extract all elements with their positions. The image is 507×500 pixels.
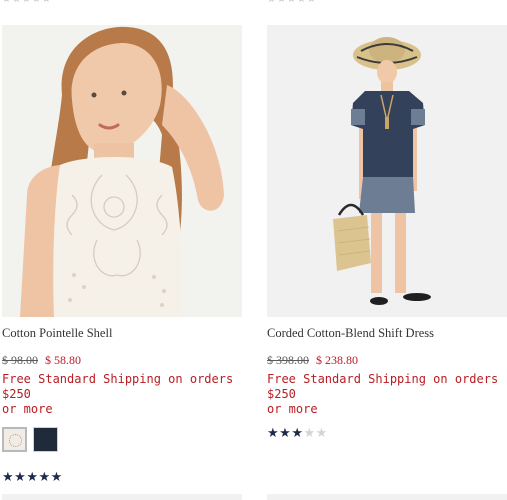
- star-filled-icon: ★: [50, 469, 63, 484]
- product-image-corded-shift-dress[interactable]: [267, 25, 507, 317]
- price-block: $ 398.00 $ 238.80: [267, 352, 507, 368]
- star-rating: ★★★★★: [2, 469, 242, 485]
- star-filled-icon: ★: [279, 425, 292, 440]
- star-empty-icon: ★: [315, 425, 328, 440]
- shipping-promo-line1: Free Standard Shipping on orders $250: [2, 372, 234, 401]
- shipping-promo-line2: or more: [2, 402, 53, 416]
- shipping-promo: Free Standard Shipping on orders $250 or…: [2, 372, 242, 417]
- star-empty-icon: ★: [303, 425, 316, 440]
- sale-price: $ 58.80: [45, 353, 81, 367]
- swatch-ivory[interactable]: [2, 427, 27, 452]
- product-card-corded-shift-dress[interactable]: Corded Cotton-Blend Shift Dress $ 398.00…: [267, 25, 507, 441]
- shipping-promo-line1: Free Standard Shipping on orders $250: [267, 372, 499, 401]
- shipping-promo-line2: or more: [267, 402, 318, 416]
- star-filled-icon: ★: [2, 469, 15, 484]
- shipping-promo: Free Standard Shipping on orders $250 or…: [267, 372, 507, 417]
- star-filled-icon: ★: [14, 469, 27, 484]
- product-card-cotton-pointelle-shell[interactable]: Cotton Pointelle Shell $ 98.00 $ 58.80 F…: [2, 25, 242, 485]
- next-row-product-image-left[interactable]: [2, 494, 242, 500]
- color-swatches: [2, 427, 242, 455]
- product-title[interactable]: Cotton Pointelle Shell: [2, 325, 242, 341]
- price-block: $ 98.00 $ 58.80: [2, 352, 242, 368]
- star-filled-icon: ★: [38, 469, 51, 484]
- swatch-navy[interactable]: [33, 427, 58, 452]
- previous-row-rating-left: ★★★★★: [2, 0, 52, 5]
- original-price: $ 398.00: [267, 353, 309, 367]
- star-filled-icon: ★: [267, 425, 280, 440]
- product-image-cotton-pointelle-shell[interactable]: [2, 25, 242, 317]
- sale-price: $ 238.80: [316, 353, 358, 367]
- next-row-product-image-right[interactable]: [267, 494, 507, 500]
- star-filled-icon: ★: [26, 469, 39, 484]
- star-filled-icon: ★: [291, 425, 304, 440]
- product-title[interactable]: Corded Cotton-Blend Shift Dress: [267, 325, 507, 341]
- star-rating: ★★★★★: [267, 425, 507, 441]
- previous-row-rating-right: ★★★★★: [267, 0, 317, 5]
- original-price: $ 98.00: [2, 353, 38, 367]
